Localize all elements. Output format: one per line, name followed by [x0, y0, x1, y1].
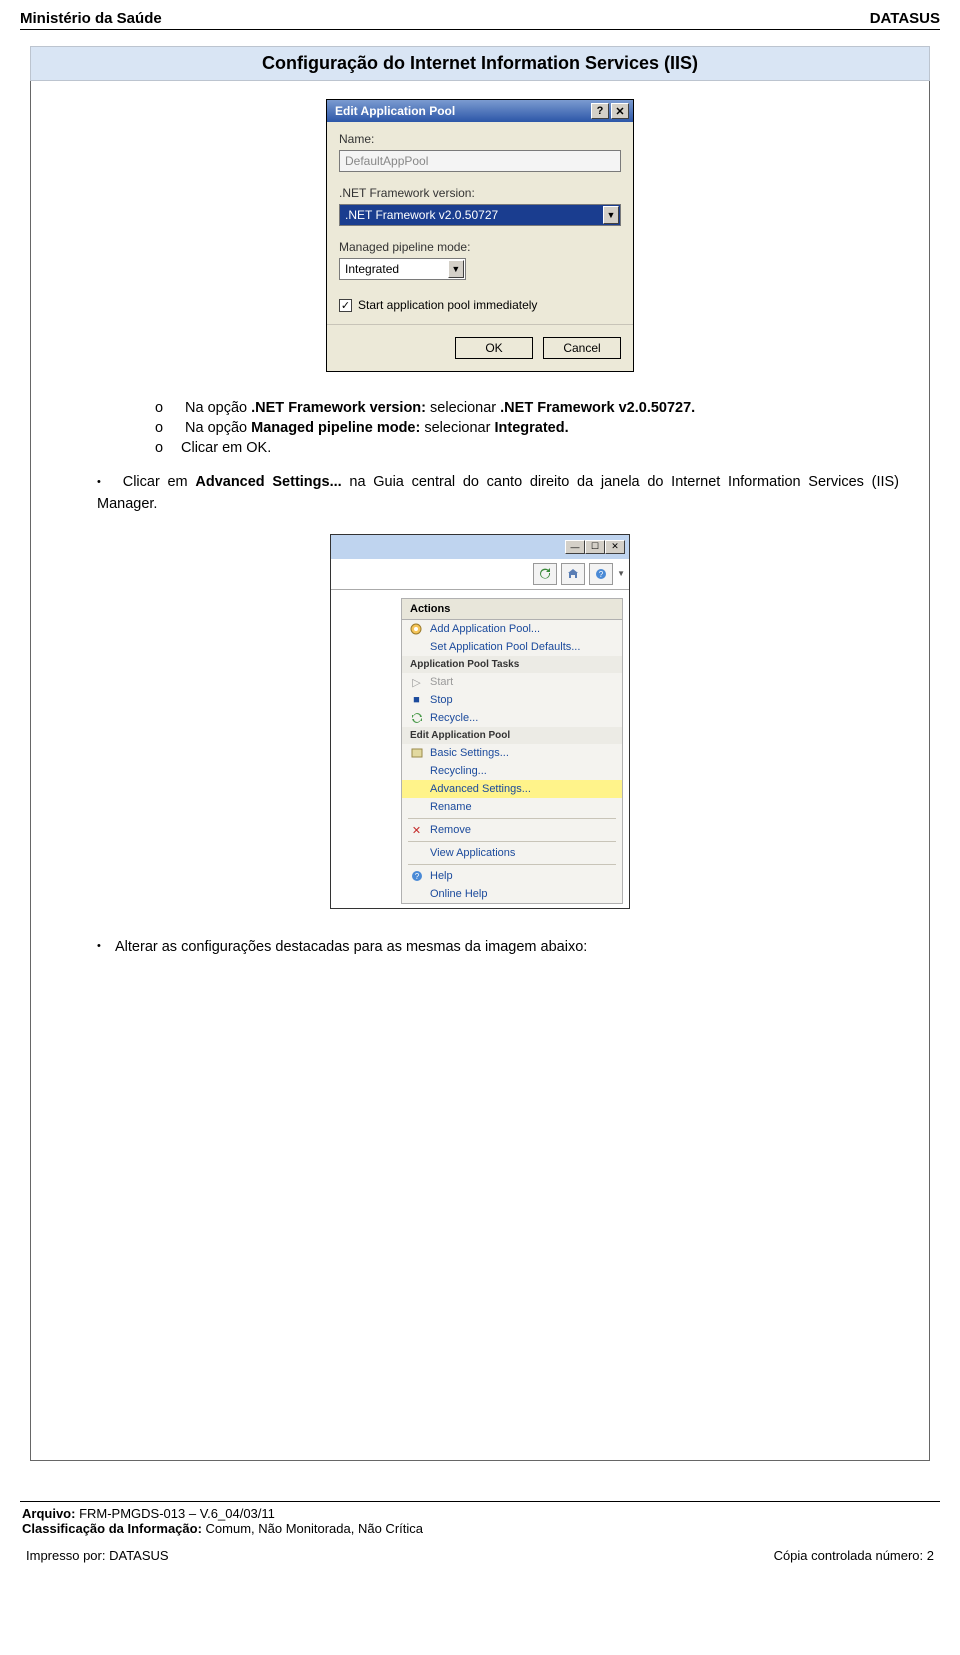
svg-text:?: ?	[414, 872, 419, 881]
iis-actions-pane-figure: — ☐ ✕ ? ▼ Actions	[330, 534, 630, 909]
chevron-down-icon[interactable]: ▼	[448, 260, 464, 278]
edit-application-pool-dialog: Edit Application Pool ? ✕ Name: DefaultA…	[326, 99, 634, 372]
app-pool-tasks-section: Application Pool Tasks	[402, 656, 622, 673]
set-app-pool-defaults-action[interactable]: Set Application Pool Defaults...	[402, 638, 622, 656]
instruction-main-list: Clicar em Advanced Settings... na Guia c…	[61, 472, 899, 516]
recycling-action[interactable]: Recycling...	[402, 762, 622, 780]
footer-classification-line: Classificação da Informação: Comum, Não …	[22, 1521, 938, 1536]
home-icon[interactable]	[561, 563, 585, 585]
pipeline-mode-select[interactable]: Integrated	[339, 258, 466, 280]
dialog-title-text: Edit Application Pool	[335, 104, 455, 118]
svg-text:?: ?	[599, 570, 604, 579]
window-titlebar-fragment: — ☐ ✕	[331, 535, 629, 559]
advanced-settings-action[interactable]: Advanced Settings...	[402, 780, 622, 798]
instruction-sub-list: Na opção .NET Framework version: selecio…	[61, 400, 899, 456]
separator	[408, 864, 616, 865]
instruction-item: Na opção Managed pipeline mode: selecion…	[155, 420, 899, 436]
remove-icon: ✕	[410, 824, 423, 837]
help-icon[interactable]: ?	[589, 563, 613, 585]
document-title: Configuração do Internet Information Ser…	[30, 46, 930, 81]
settings-icon	[410, 747, 423, 760]
maximize-icon[interactable]: ☐	[585, 540, 605, 554]
cancel-button[interactable]: Cancel	[543, 337, 621, 359]
name-field: DefaultAppPool	[339, 150, 621, 172]
framework-version-select[interactable]: .NET Framework v2.0.50727	[339, 204, 621, 226]
add-pool-icon	[410, 623, 423, 636]
instruction-item: Clicar em OK.	[155, 440, 899, 456]
add-application-pool-action[interactable]: Add Application Pool...	[402, 620, 622, 638]
actions-title: Actions	[402, 599, 622, 620]
refresh-icon[interactable]	[533, 563, 557, 585]
toolbar-row: ? ▼	[331, 559, 629, 590]
chevron-down-icon[interactable]: ▼	[603, 206, 619, 224]
checkbox-label: Start application pool immediately	[358, 298, 537, 312]
separator	[408, 841, 616, 842]
actions-panel: Actions Add Application Pool... Set Appl…	[401, 598, 623, 904]
play-icon: ▷	[410, 676, 423, 689]
rename-action[interactable]: Rename	[402, 798, 622, 816]
edit-app-pool-section: Edit Application Pool	[402, 727, 622, 744]
framework-version-label: .NET Framework version:	[339, 186, 621, 200]
chevron-down-icon: ▼	[617, 569, 625, 578]
stop-icon: ■	[410, 694, 423, 707]
checkbox-checked-icon: ✓	[339, 299, 352, 312]
minimize-icon[interactable]: —	[565, 540, 585, 554]
view-applications-action[interactable]: View Applications	[402, 844, 622, 862]
ok-button[interactable]: OK	[455, 337, 533, 359]
instruction-item: Na opção .NET Framework version: selecio…	[155, 400, 899, 416]
pipeline-mode-label: Managed pipeline mode:	[339, 240, 621, 254]
close-icon[interactable]: ✕	[605, 540, 625, 554]
instruction-main-list: Alterar as configurações destacadas para…	[61, 937, 899, 959]
instruction-paragraph: Clicar em Advanced Settings... na Guia c…	[97, 472, 899, 516]
instruction-paragraph: Alterar as configurações destacadas para…	[97, 937, 899, 959]
recycle-icon	[410, 712, 423, 725]
online-help-action[interactable]: Online Help	[402, 885, 622, 903]
start-immediately-checkbox[interactable]: ✓ Start application pool immediately	[339, 298, 621, 312]
recycle-action[interactable]: Recycle...	[402, 709, 622, 727]
help-icon[interactable]: ?	[591, 103, 609, 119]
basic-settings-action[interactable]: Basic Settings...	[402, 744, 622, 762]
stop-action[interactable]: ■ Stop	[402, 691, 622, 709]
start-action: ▷ Start	[402, 673, 622, 691]
close-icon[interactable]: ✕	[611, 103, 629, 119]
separator	[408, 818, 616, 819]
document-header: Ministério da Saúde DATASUS	[20, 6, 940, 30]
name-label: Name:	[339, 132, 621, 146]
header-left: Ministério da Saúde	[20, 10, 162, 27]
footer-printed-by: Impresso por: DATASUS	[26, 1548, 169, 1563]
dialog-titlebar: Edit Application Pool ? ✕	[327, 100, 633, 122]
footer-file-line: Arquivo: FRM-PMGDS-013 – V.6_04/03/11	[22, 1506, 938, 1521]
header-right: DATASUS	[870, 10, 940, 27]
footer-copy-number: Cópia controlada número: 2	[774, 1548, 934, 1563]
document-footer: Arquivo: FRM-PMGDS-013 – V.6_04/03/11 Cl…	[20, 1501, 940, 1567]
help-action[interactable]: ? Help	[402, 867, 622, 885]
content-body: Edit Application Pool ? ✕ Name: DefaultA…	[30, 81, 930, 1461]
remove-action[interactable]: ✕ Remove	[402, 821, 622, 839]
help-icon: ?	[410, 870, 423, 883]
